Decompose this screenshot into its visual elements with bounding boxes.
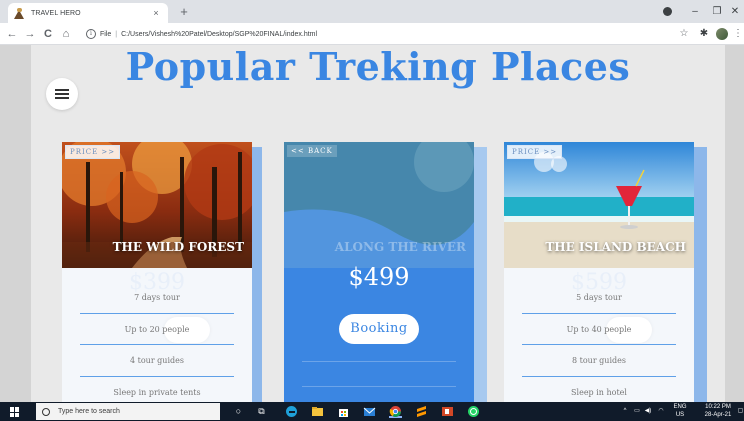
browser-menu-icon[interactable]: ⋮ [732, 26, 744, 42]
feature-item: 5 days tour [522, 282, 676, 314]
windows-taskbar: Type here to search ○ ⧉ ^ ▭ ◀) ◠ ENG US … [0, 402, 744, 421]
ghost-card-title: ALONG THE RIVER [334, 240, 466, 254]
file-explorer-icon[interactable] [311, 405, 324, 418]
tab-strip: TRAVEL HERO × + – ❐ ✕ [0, 0, 744, 23]
feature-item: Up to 40 people [522, 314, 676, 345]
profile-avatar[interactable] [716, 28, 728, 40]
feature-item: 7 days tour [80, 282, 234, 314]
feature-item: 8 tour guides [522, 345, 676, 377]
chrome-icon[interactable] [389, 405, 402, 418]
url-text: C:/Users/Vishesh%20Patel/Desktop/SGP%20F… [121, 30, 318, 38]
feature-item: Up to 20 people [80, 314, 234, 345]
edge-icon[interactable] [285, 405, 298, 418]
url-scheme: File [100, 30, 112, 38]
recording-indicator-icon[interactable] [663, 7, 672, 16]
feature-item: Sleep in hotel [571, 387, 627, 397]
clock-date: 28-Apr-21 [704, 412, 732, 418]
language-indicator[interactable]: ENG US [670, 403, 690, 419]
card-shadow [474, 147, 487, 402]
tour-card-forest[interactable]: THE WILD FOREST PRICE >> $399 7 days tou… [62, 142, 252, 402]
powerpoint-icon[interactable] [441, 405, 454, 418]
sublime-icon[interactable] [415, 405, 428, 418]
menu-button[interactable] [46, 78, 78, 110]
beach-image: THE ISLAND BEACH [504, 142, 694, 268]
new-tab-button[interactable]: + [176, 4, 192, 20]
page-content: Popular Treking Places THE WILD FOREST P… [31, 45, 725, 402]
feature-list: 5 days tour Up to 40 people 8 tour guide… [522, 282, 676, 402]
card-title: THE ISLAND BEACH [545, 240, 686, 254]
mail-icon[interactable] [363, 405, 376, 418]
feature-item: 4 tour guides [80, 345, 234, 377]
whatsapp-icon[interactable] [467, 405, 480, 418]
booking-button[interactable]: Booking [339, 314, 419, 344]
tour-card-beach[interactable]: THE ISLAND BEACH PRICE >> $599 5 days to… [504, 142, 694, 402]
price-tag[interactable]: PRICE >> [507, 145, 563, 159]
search-icon [42, 407, 50, 416]
taskbar-search-input[interactable]: Type here to search [36, 403, 220, 420]
tray-chevron-icon[interactable]: ^ [620, 402, 630, 421]
price-tag[interactable]: PRICE >> [65, 145, 121, 159]
cortana-icon[interactable]: ○ [232, 405, 245, 418]
battery-icon[interactable]: ▭ [632, 402, 642, 421]
reload-button[interactable]: C [40, 26, 56, 42]
card-title: THE WILD FOREST [112, 240, 244, 254]
url-separator: | [115, 30, 118, 38]
wifi-icon[interactable]: ◠ [656, 402, 666, 421]
ghost-divider [302, 361, 456, 362]
address-bar[interactable]: i File | C:/Users/Vishesh%20Patel/Deskto… [86, 26, 666, 42]
back-button[interactable]: << BACK [287, 145, 337, 157]
home-button[interactable]: ⌂ [58, 26, 74, 42]
ghost-divider [302, 386, 456, 387]
store-icon[interactable] [337, 405, 350, 418]
tab-close-icon[interactable]: × [150, 8, 162, 18]
tour-card-river[interactable]: << BACK ALONG THE RIVER $499 Booking [284, 142, 474, 402]
task-view-icon[interactable]: ⧉ [255, 405, 268, 418]
site-favicon-icon [14, 7, 25, 19]
page-title: Popular Treking Places [125, 45, 631, 89]
forest-image: THE WILD FOREST [62, 142, 252, 268]
back-button[interactable]: ← [4, 26, 20, 42]
browser-toolbar: ← → C ⌂ i File | C:/Users/Vishesh%20Pate… [0, 23, 744, 45]
start-button[interactable] [10, 407, 20, 417]
windows-logo-icon [10, 407, 14, 412]
card-price: $499 [348, 263, 410, 291]
search-placeholder: Type here to search [58, 408, 120, 415]
taskbar-clock[interactable]: 10:22 PM 28-Apr-21 [700, 403, 736, 419]
forward-button[interactable]: → [22, 26, 38, 42]
extensions-icon[interactable]: ✱ [696, 26, 712, 42]
clock-time: 10:22 PM [705, 404, 731, 410]
tab-title: TRAVEL HERO [31, 9, 81, 17]
feature-item: Sleep in private tents [113, 387, 201, 397]
volume-icon[interactable]: ◀) [643, 402, 653, 421]
info-icon[interactable]: i [86, 29, 96, 39]
close-window-button[interactable]: ✕ [726, 0, 744, 23]
hamburger-icon [55, 89, 69, 91]
card-shadow [694, 147, 707, 402]
bookmark-star-icon[interactable]: ☆ [676, 26, 692, 42]
browser-tab[interactable]: TRAVEL HERO × [8, 3, 168, 23]
notification-icon[interactable]: ▢ [737, 402, 744, 421]
feature-list: 7 days tour Up to 20 people 4 tour guide… [80, 282, 234, 402]
page-viewport: Popular Treking Places THE WILD FOREST P… [0, 45, 744, 402]
